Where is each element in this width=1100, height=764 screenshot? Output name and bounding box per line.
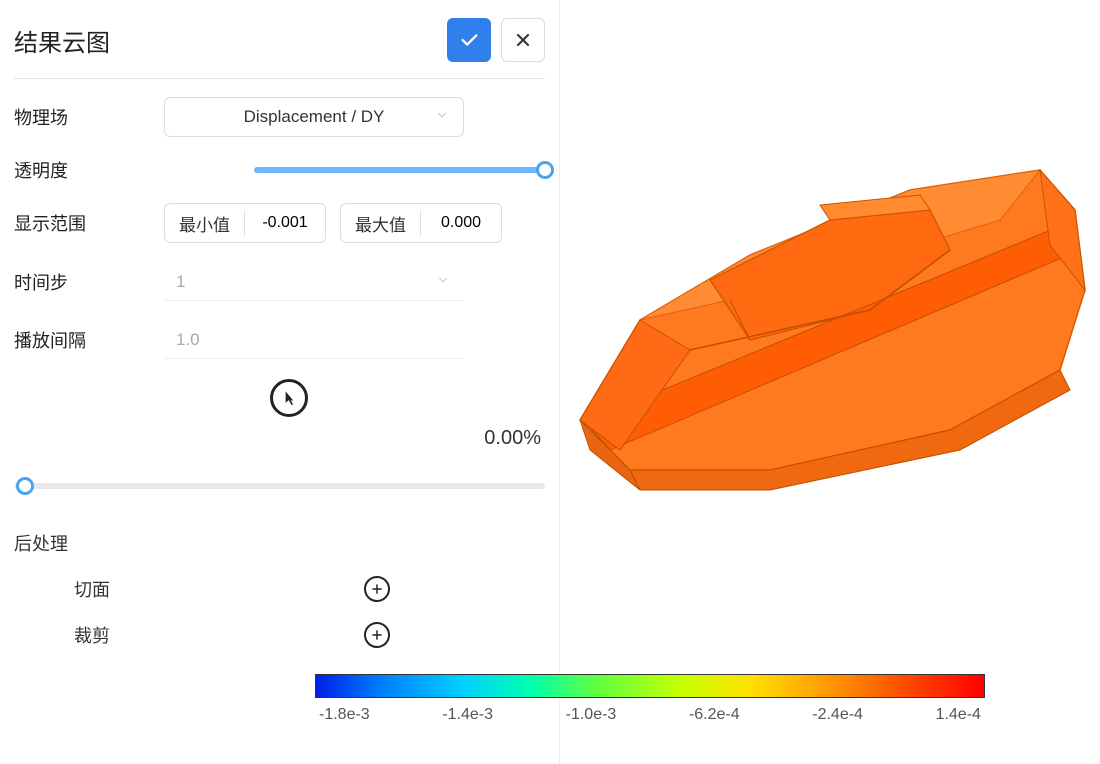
colorbar-ticks: -1.8e-3 -1.4e-3 -1.0e-3 -6.2e-4 -2.4e-4 … — [315, 706, 985, 724]
plus-icon — [370, 628, 384, 642]
timestep-select[interactable]: 1 — [164, 263, 464, 301]
progress-slider[interactable] — [14, 474, 545, 498]
settings-panel: 结果云图 物理场 Displacement / DY 透明度 — [0, 0, 560, 764]
progress-text: 0.00% — [14, 427, 545, 450]
clip-label: 裁剪 — [14, 622, 254, 648]
colorbar-gradient — [315, 674, 985, 698]
max-value-input[interactable] — [421, 214, 501, 232]
physics-field-label: 物理场 — [14, 104, 164, 130]
colorbar-tick: -2.4e-4 — [812, 706, 863, 724]
close-icon — [513, 30, 533, 50]
play-button[interactable] — [270, 379, 308, 417]
colorbar-tick: -1.8e-3 — [319, 706, 370, 724]
timestep-value: 1 — [176, 272, 185, 292]
min-value-input[interactable] — [245, 214, 325, 232]
model-render — [570, 150, 1100, 550]
add-clip-button[interactable] — [364, 622, 390, 648]
display-range-label: 显示范围 — [14, 210, 164, 236]
colorbar-tick: 1.4e-4 — [936, 706, 981, 724]
max-value-group: 最大值 — [340, 203, 502, 243]
opacity-label: 透明度 — [14, 157, 164, 183]
postprocessing-title: 后处理 — [14, 530, 545, 556]
panel-header: 结果云图 — [14, 18, 545, 62]
colorbar-tick: -6.2e-4 — [689, 706, 740, 724]
physics-field-select[interactable]: Displacement / DY — [164, 97, 464, 137]
confirm-button[interactable] — [447, 18, 491, 62]
timestep-label: 时间步 — [14, 269, 164, 295]
chevron-down-icon — [435, 107, 449, 127]
close-button[interactable] — [501, 18, 545, 62]
viewport[interactable] — [560, 0, 1100, 764]
pointer-icon — [279, 388, 299, 408]
max-label: 最大值 — [341, 211, 421, 236]
colorbar-tick: -1.4e-3 — [442, 706, 493, 724]
colorbar: -1.8e-3 -1.4e-3 -1.0e-3 -6.2e-4 -2.4e-4 … — [315, 674, 985, 724]
check-icon — [458, 29, 480, 51]
section-plane-label: 切面 — [14, 576, 254, 602]
panel-title: 结果云图 — [14, 23, 110, 58]
min-value-group: 最小值 — [164, 203, 326, 243]
min-label: 最小值 — [165, 211, 245, 236]
add-section-button[interactable] — [364, 576, 390, 602]
playback-interval-input[interactable] — [164, 321, 464, 359]
opacity-slider[interactable] — [254, 158, 545, 182]
playback-interval-label: 播放间隔 — [14, 327, 164, 353]
plus-icon — [370, 582, 384, 596]
divider — [14, 78, 545, 79]
colorbar-tick: -1.0e-3 — [566, 706, 617, 724]
chevron-down-icon — [436, 272, 450, 292]
physics-field-value: Displacement / DY — [244, 107, 385, 127]
